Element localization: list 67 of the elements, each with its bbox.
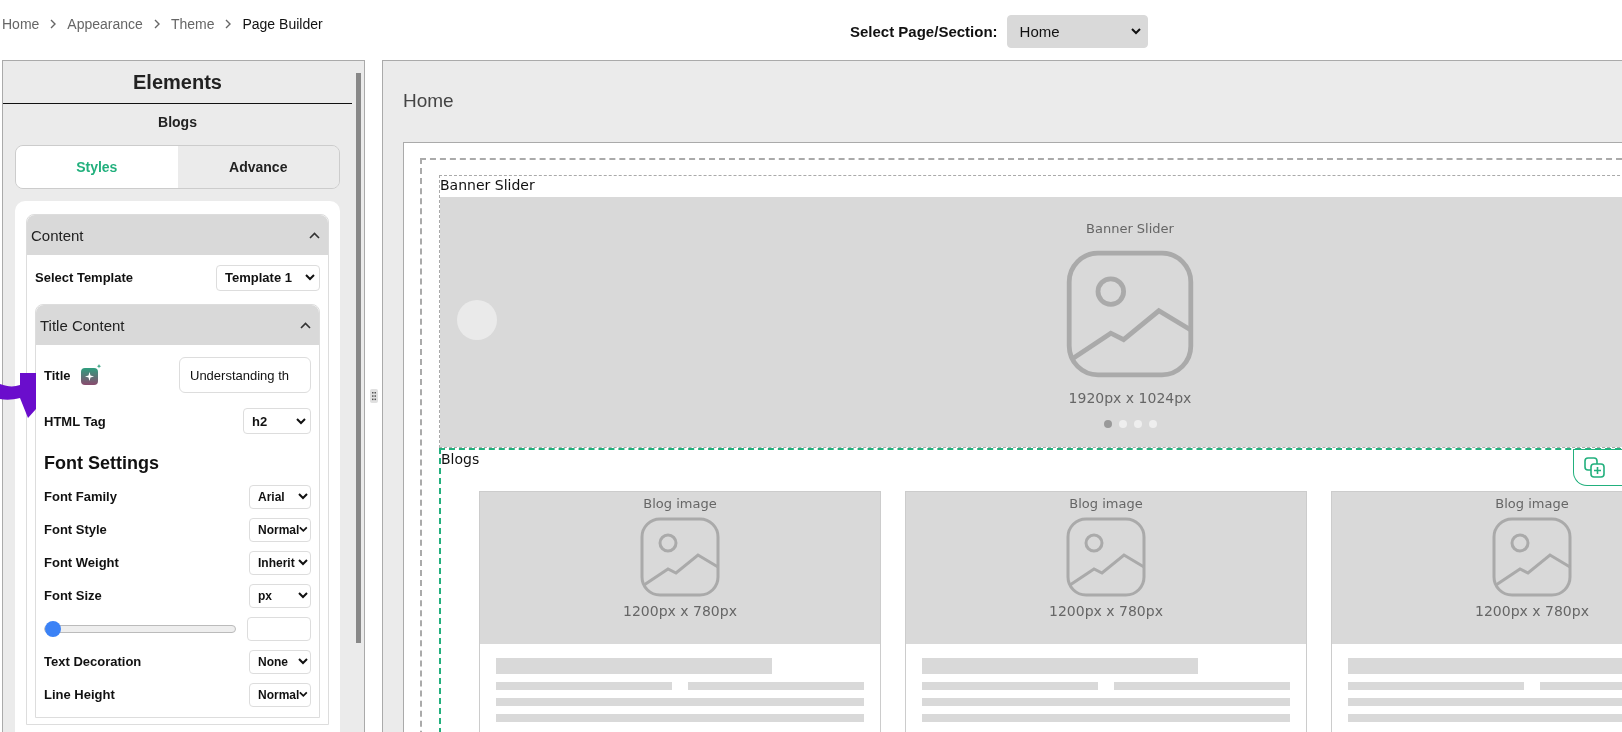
field-label: Font Family xyxy=(44,489,117,504)
element-name: Blogs xyxy=(157,113,198,132)
ai-sparkle-icon[interactable] xyxy=(80,364,103,386)
section-label: Banner Slider xyxy=(440,177,535,195)
dropdown[interactable]: Normal xyxy=(249,682,311,707)
chevron-down-icon xyxy=(298,658,308,665)
chevron-down-icon xyxy=(298,493,308,500)
chevron-down-icon xyxy=(298,559,308,566)
section-heading: Font Settings xyxy=(44,453,160,474)
page-title: Home xyxy=(402,89,455,113)
field-label: Line Height xyxy=(44,687,115,702)
breadcrumb-link[interactable]: Appearance xyxy=(67,16,143,32)
image-placeholder-icon xyxy=(1066,250,1194,378)
slider-thumb[interactable] xyxy=(45,620,61,637)
chevron-right-icon xyxy=(152,19,161,29)
section-label: Blogs xyxy=(441,451,480,469)
dropdown[interactable]: Normal xyxy=(249,517,311,542)
chevron-down-icon xyxy=(305,274,315,281)
chevron-down-icon xyxy=(1130,28,1141,35)
placeholder-caption: Blog image xyxy=(1069,496,1143,511)
image-size: 1200px x 780px xyxy=(623,603,737,619)
chevron-up-icon xyxy=(309,231,320,239)
slider-dots-drawing[interactable] xyxy=(1103,420,1157,428)
image-size: 1200px x 780px xyxy=(1049,603,1163,619)
section-frame[interactable]: Banner Slider Banner Slider 1920px x 1024px xyxy=(439,175,1622,448)
title-input[interactable]: Understanding th xyxy=(179,357,311,393)
section-frame[interactable]: Blogs Blog image 1200px x 780px Blog image 1200px x 780px Blog image 1200px x 780px xyxy=(439,448,1622,732)
panel-title: Elements xyxy=(3,61,352,104)
chevron-right-icon xyxy=(224,19,233,29)
field-label: Title xyxy=(44,367,71,383)
image-placeholder-icon xyxy=(1066,517,1146,597)
dropdown[interactable]: Template 1 xyxy=(216,264,320,291)
dropdown[interactable]: h2 xyxy=(243,408,311,434)
breadcrumb-link[interactable]: Theme xyxy=(170,16,215,32)
chevron-right-icon xyxy=(49,19,58,29)
field-label: Select Template xyxy=(35,270,134,285)
field-label: HTML Tag xyxy=(44,413,106,429)
chevron-down-icon xyxy=(299,691,308,698)
chevron-down-icon xyxy=(296,417,306,425)
accordion-header[interactable]: Content xyxy=(27,215,328,255)
page-dropdown[interactable]: Home xyxy=(1006,15,1148,48)
field-label: Font Size xyxy=(44,588,102,603)
chevron-down-icon xyxy=(298,592,308,599)
image-size: 1920px x 1024px xyxy=(1068,390,1192,406)
duplicate-icon[interactable] xyxy=(1584,456,1606,479)
field-label: Font Weight xyxy=(44,555,119,570)
image-size: 1200px x 780px xyxy=(1475,603,1589,619)
placeholder-caption: Banner Slider xyxy=(1086,221,1174,236)
placeholder-caption: Blog image xyxy=(643,496,717,511)
image-placeholder-icon xyxy=(1492,517,1572,597)
chevron-up-icon xyxy=(300,321,311,329)
drag-handle-icon[interactable] xyxy=(369,389,378,403)
field-label: Font Style xyxy=(44,522,107,537)
dropdown[interactable]: px xyxy=(249,583,311,608)
annotation-arrow-icon xyxy=(0,372,38,418)
dropdown[interactable]: Arial xyxy=(249,484,311,509)
image-placeholder-icon xyxy=(640,517,720,597)
field-label: Text Decoration xyxy=(44,654,142,669)
breadcrumb-link[interactable]: Home xyxy=(2,16,40,32)
chevron-down-icon xyxy=(299,526,308,533)
number-input[interactable] xyxy=(247,616,311,641)
placeholder-caption: Blog image xyxy=(1495,496,1569,511)
page-select-label: Select Page/Section: xyxy=(850,23,998,40)
accordion-header[interactable]: Title Content xyxy=(36,305,319,345)
scrollbar-thumb[interactable] xyxy=(355,73,361,643)
dropdown[interactable]: None xyxy=(249,649,311,674)
dropdown[interactable]: Inherit xyxy=(249,550,311,575)
